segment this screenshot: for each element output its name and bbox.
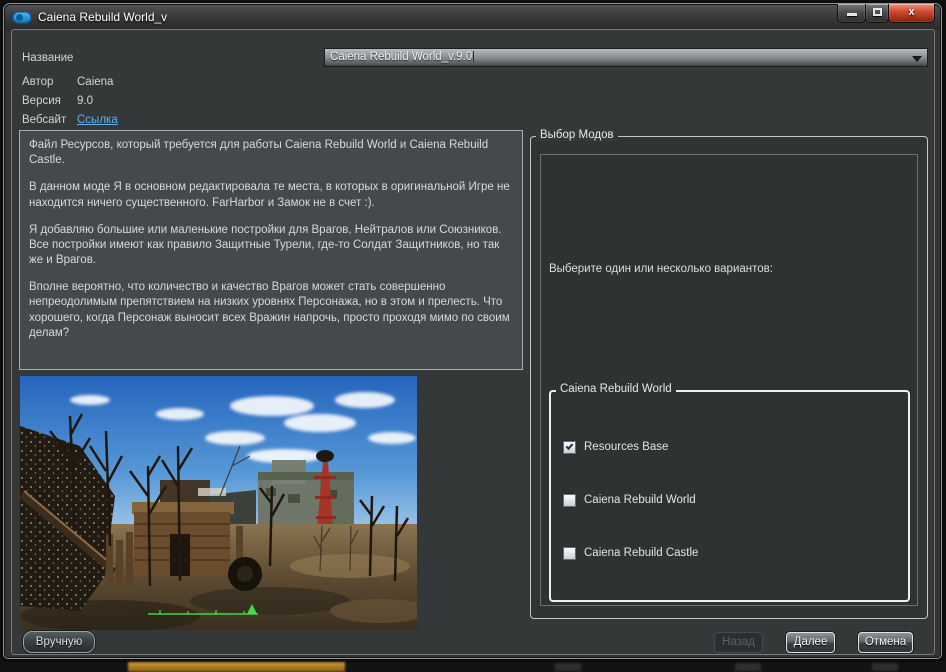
manual-button[interactable]: Вручную	[23, 631, 95, 653]
taskbar-item	[555, 663, 581, 671]
mod-screenshot[interactable]	[20, 376, 417, 630]
close-icon: x	[908, 6, 914, 18]
app-icon	[12, 11, 32, 24]
installer-window: Caiena Rebuild World_v x Название Caiena…	[3, 3, 942, 659]
website-label: Вебсайт	[22, 114, 66, 126]
taskbar-strip	[0, 659, 946, 672]
maximize-icon	[873, 8, 882, 16]
minimize-button[interactable]	[837, 4, 866, 23]
description-paragraph: В данном моде Я в основном редактировала…	[29, 180, 513, 210]
name-label: Название	[22, 52, 73, 64]
close-button[interactable]: x	[888, 4, 935, 23]
check-icon	[566, 442, 574, 450]
option-caiena-rebuild-castle[interactable]: Caiena Rebuild Castle	[563, 545, 698, 561]
checkbox-resources-base[interactable]	[563, 441, 576, 454]
author-label: Автор	[22, 76, 53, 88]
option-resources-base[interactable]: Resources Base	[563, 439, 668, 455]
description-paragraph: Вполне вероятно, что количество и качест…	[29, 280, 513, 341]
window-title: Caiena Rebuild World_v	[38, 10, 167, 24]
website-link[interactable]: Ссылка	[77, 114, 118, 126]
mod-description-box[interactable]: Файл Ресурсов, который требуется для раб…	[19, 130, 523, 370]
author-value: Caiena	[77, 76, 113, 88]
mod-options-group: Caiena Rebuild World Resources Base Caie…	[549, 390, 910, 602]
selection-instruction: Выберите один или несколько вариантов:	[549, 263, 773, 275]
minimize-icon	[847, 13, 857, 16]
description-paragraph: Файл Ресурсов, который требуется для раб…	[29, 138, 513, 168]
mod-selection-inner-panel: Выберите один или несколько вариантов: C…	[540, 154, 918, 606]
cancel-button[interactable]: Отмена	[858, 632, 913, 653]
option-label: Caiena Rebuild World	[584, 494, 696, 506]
titlebar[interactable]: Caiena Rebuild World_v	[5, 5, 940, 30]
text-caret	[473, 51, 474, 62]
mod-options-title: Caiena Rebuild World	[556, 383, 676, 395]
option-label: Caiena Rebuild Castle	[584, 547, 698, 559]
back-button[interactable]: Назад	[714, 632, 763, 653]
next-button[interactable]: Далее	[786, 632, 835, 653]
taskbar-alert-button	[128, 662, 345, 672]
checkbox-caiena-rebuild-world[interactable]	[563, 494, 576, 507]
mod-selection-title: Выбор Модов	[536, 129, 618, 141]
version-value: 9.0	[77, 95, 93, 107]
maximize-button[interactable]	[865, 4, 889, 23]
option-caiena-rebuild-world[interactable]: Caiena Rebuild World	[563, 492, 696, 508]
taskbar-item	[735, 663, 761, 671]
taskbar-item	[872, 663, 898, 671]
window-controls: x	[838, 4, 935, 24]
version-label: Версия	[22, 95, 61, 107]
chevron-down-icon	[912, 56, 922, 62]
option-label: Resources Base	[584, 441, 668, 453]
installer-content: Название Caiena Rebuild World_v.9.0 Авто…	[11, 29, 935, 655]
description-paragraph: Я добавляю большие или маленькие построй…	[29, 223, 513, 269]
mod-version-value: Caiena Rebuild World_v.9.0	[330, 51, 472, 63]
mod-selection-group: Выбор Модов Выберите один или несколько …	[530, 136, 928, 619]
checkbox-caiena-rebuild-castle[interactable]	[563, 547, 576, 560]
mod-version-dropdown[interactable]: Caiena Rebuild World_v.9.0	[324, 48, 928, 67]
